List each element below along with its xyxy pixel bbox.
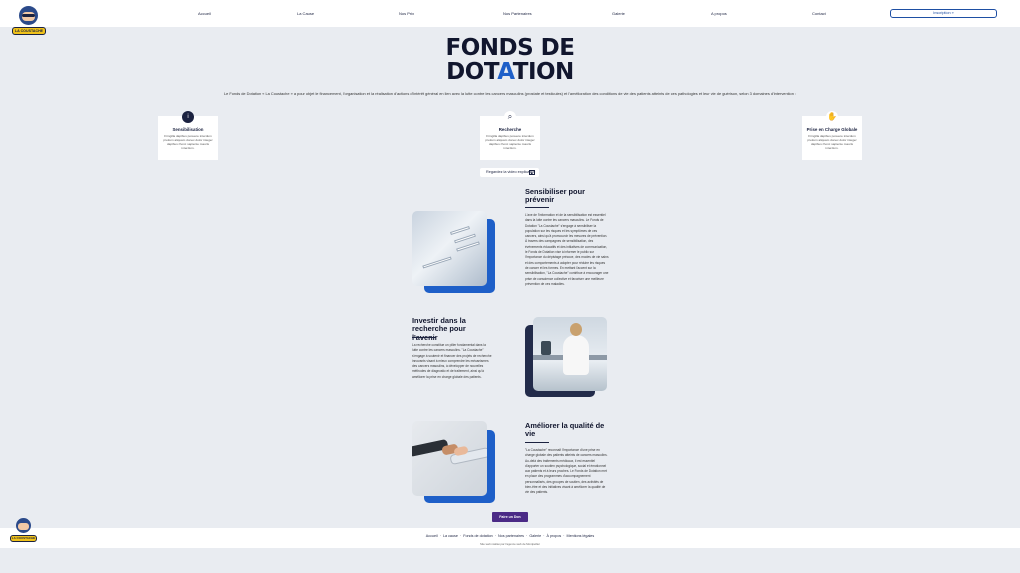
section-text-recherche: La recherche constitue un pilier fondame… bbox=[412, 343, 492, 379]
page-title: FONDS DE DOTATION bbox=[0, 36, 1020, 84]
footer-link-fonds[interactable]: Fonds de dotation bbox=[463, 534, 493, 538]
title-part-tion: TION bbox=[512, 59, 575, 85]
video-button-label: Regardez la video explicative bbox=[486, 170, 536, 174]
footer-link-partenaires[interactable]: Nos partenaires bbox=[498, 534, 524, 538]
video-button[interactable]: Regardez la video explicative ▶ bbox=[480, 168, 539, 177]
hand-coin-icon: ✋ bbox=[826, 111, 838, 123]
pillar-title: Recherche bbox=[498, 127, 522, 132]
info-icon: i bbox=[182, 111, 194, 123]
footer-link-la-cause[interactable]: La cause bbox=[443, 534, 458, 538]
nav-item-nos-partenaires[interactable]: Nos Partenaires bbox=[503, 11, 532, 16]
microscope-shape bbox=[541, 341, 551, 355]
section-title-qualite-vie: Améliorer la qualité de vie bbox=[525, 421, 605, 439]
section-text-sensibiliser: L'axe de l'information et de la sensibil… bbox=[525, 213, 609, 286]
footer-link-galerie[interactable]: Galerie bbox=[529, 534, 541, 538]
folders-photo bbox=[412, 211, 487, 286]
pillar-title: Sensibilisation bbox=[172, 127, 204, 132]
handshake-photo bbox=[412, 421, 487, 496]
section-divider bbox=[412, 337, 436, 338]
folder-tab bbox=[456, 241, 480, 252]
logo-banner: LA COUSTACHE bbox=[12, 27, 46, 35]
pillar-text: Fringilla dapibus posuere interdum preti… bbox=[485, 134, 535, 150]
pillar-card-prise-en-charge: ✋ Prise en Charge Globale Fringilla dapi… bbox=[802, 111, 862, 160]
nav-item-contact[interactable]: Contact bbox=[812, 11, 826, 16]
nav-item-a-propos[interactable]: A propos bbox=[711, 11, 727, 16]
nav-item-galerie[interactable]: Galerie bbox=[612, 11, 625, 16]
folder-tab bbox=[454, 233, 476, 244]
title-line-2: DOTATION bbox=[0, 60, 1020, 84]
footer-logo[interactable]: LA COUSTACHE bbox=[9, 518, 37, 544]
section-title-recherche: Investir dans la recherche pour l'avenir bbox=[412, 316, 466, 342]
intro-paragraph: Le Fonds de Dotation « La Coustache » a … bbox=[223, 91, 797, 96]
inscription-button[interactable]: Inscription » bbox=[890, 9, 997, 18]
search-icon: ⌕ bbox=[504, 111, 516, 123]
section-divider bbox=[525, 442, 549, 443]
footer-link-accueil[interactable]: Accueil bbox=[426, 534, 438, 538]
folder-tab bbox=[450, 225, 470, 236]
title-line-1: FONDS DE bbox=[445, 35, 575, 61]
pillar-card-sensibilisation: i Sensibilisation Fringilla dapibus posu… bbox=[158, 111, 218, 160]
section-title-sensibiliser: Sensibiliser pour prévenir bbox=[525, 187, 585, 205]
footer-links: Accueil · La cause · Fonds de dotation ·… bbox=[425, 534, 595, 538]
pillar-title: Prise en Charge Globale bbox=[806, 127, 858, 132]
laboratory-photo bbox=[533, 317, 607, 391]
pillar-text: Fringilla dapibus posuere interdum preti… bbox=[807, 134, 857, 150]
folder-tab bbox=[422, 256, 452, 269]
nav-item-nos-prix[interactable]: Nos Prix bbox=[399, 11, 414, 16]
section-divider bbox=[525, 207, 549, 208]
nav-item-accueil[interactable]: Accueil bbox=[198, 11, 211, 16]
section-text-qualite-vie: "La Coustache" reconnaît l'importance d'… bbox=[525, 448, 608, 495]
title-part-dot: DOT bbox=[446, 59, 498, 85]
pillar-card-recherche: ⌕ Recherche Fringilla dapibus posuere in… bbox=[480, 111, 540, 160]
main-nav: Accueil La Cause Nos Prix Nos Partenaire… bbox=[0, 0, 1020, 27]
researcher-coat bbox=[563, 335, 589, 375]
title-accent-letter: A bbox=[497, 59, 513, 85]
pillar-text: Fringilla dapibus posuere interdum preti… bbox=[163, 134, 213, 150]
footer-copyright: Site web réalisé par l'agence web de Mon… bbox=[480, 542, 540, 546]
researcher-head bbox=[570, 323, 582, 336]
footer-link-mentions[interactable]: Mentions légales bbox=[567, 534, 595, 538]
footer-link-a-propos[interactable]: À propos bbox=[546, 534, 561, 538]
logo-mascot-face bbox=[18, 523, 29, 530]
play-icon: ▶ bbox=[529, 170, 535, 175]
donate-button[interactable]: Faire un Don bbox=[492, 512, 528, 522]
nav-item-la-cause[interactable]: La Cause bbox=[297, 11, 314, 16]
